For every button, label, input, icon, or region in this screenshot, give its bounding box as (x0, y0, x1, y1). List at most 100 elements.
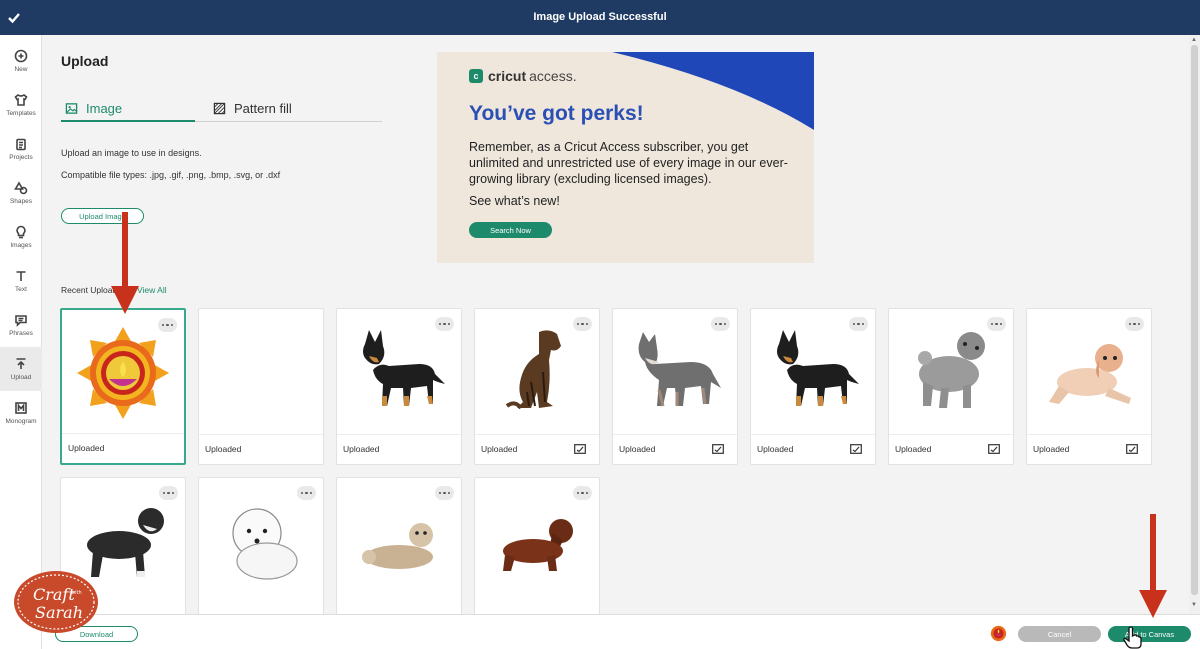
tab-image[interactable]: Image (65, 94, 122, 122)
upload-tile[interactable]: Uploaded (888, 308, 1014, 465)
upload-tile[interactable]: Uploaded (336, 308, 462, 465)
upload-tile[interactable] (198, 477, 324, 634)
sidebar-item-phrases[interactable]: Phrases (0, 303, 42, 347)
lightbulb-icon (16, 225, 26, 239)
sidebar-item-label: Monogram (5, 418, 37, 425)
more-options-button[interactable] (987, 317, 1006, 331)
shirt-icon (14, 94, 28, 106)
tab-image-label: Image (86, 100, 123, 116)
upload-description: Upload an image to use in designs. (61, 148, 202, 158)
tile-caption: Uploaded (205, 444, 242, 454)
sidebar-item-label: Phrases (9, 330, 33, 337)
tab-pattern-label: Pattern fill (234, 100, 292, 116)
tile-caption: Uploaded (1033, 444, 1070, 454)
scroll-down-icon[interactable]: ▼ (1191, 602, 1197, 608)
sidebar-item-label: Templates (6, 110, 36, 117)
upload-icon (16, 358, 26, 369)
top-bar: Image Upload Successful (0, 0, 1200, 35)
sidebar-item-upload[interactable]: Upload (0, 347, 42, 391)
tile-caption: Uploaded (68, 443, 105, 453)
hand-cursor-icon (1123, 626, 1142, 649)
tile-footer: Uploaded (751, 434, 875, 464)
more-options-button[interactable] (297, 486, 316, 500)
promo-title: You’ve got perks! (469, 102, 644, 125)
logo-brand-text: cricut (488, 68, 527, 84)
upload-tile[interactable]: Uploaded (750, 308, 876, 465)
more-options-button[interactable] (159, 486, 178, 500)
cricut-logo-icon: c (469, 69, 483, 83)
more-options-button[interactable] (1125, 317, 1144, 331)
upload-tile[interactable]: Uploaded (60, 308, 186, 465)
text-icon (16, 271, 26, 281)
sidebar-item-monogram[interactable]: Monogram (0, 391, 42, 435)
cut-status-icon (988, 444, 1000, 454)
upload-tile[interactable] (336, 477, 462, 634)
left-sidebar: New Templates Projects Shapes Images Tex… (0, 35, 42, 649)
more-options-button[interactable] (435, 486, 454, 500)
blank-image (199, 309, 323, 434)
more-options-button[interactable] (158, 318, 177, 332)
sidebar-item-label: Images (10, 242, 32, 249)
scrollbar-thumb[interactable] (1191, 45, 1198, 595)
cancel-button[interactable]: Cancel (1018, 626, 1101, 642)
more-options-button[interactable] (573, 486, 592, 500)
add-to-canvas-button[interactable]: Add to Canvas (1108, 626, 1191, 642)
upload-tile[interactable]: Uploaded (1026, 308, 1152, 465)
more-options-button[interactable] (849, 317, 868, 331)
pattern-icon (213, 102, 226, 114)
sidebar-item-templates[interactable]: Templates (0, 83, 42, 127)
sidebar-item-label: Text (15, 286, 27, 293)
vertical-scrollbar[interactable]: ▲ ▼ (1189, 35, 1200, 614)
tile-footer: Uploaded (1027, 434, 1151, 464)
image-icon (65, 102, 78, 114)
sidebar-item-label: Shapes (9, 198, 33, 205)
upload-tile[interactable]: Uploaded (612, 308, 738, 465)
upload-tile[interactable]: Uploaded (198, 308, 324, 465)
sidebar-item-new[interactable]: New (0, 39, 42, 83)
promo-cta-text: See what’s new! (469, 194, 560, 208)
tile-footer: Uploaded (475, 434, 599, 464)
plus-circle-icon (14, 49, 28, 63)
sidebar-item-text[interactable]: Text (0, 259, 42, 303)
monogram-icon (15, 402, 27, 414)
tile-footer: Uploaded (337, 434, 461, 464)
cut-status-icon (1126, 444, 1138, 454)
tile-caption: Uploaded (343, 444, 380, 454)
view-all-link[interactable]: View All (137, 285, 167, 295)
upload-tile[interactable] (474, 477, 600, 634)
more-options-button[interactable] (435, 317, 454, 331)
search-now-button[interactable]: Search Now (469, 222, 552, 238)
tile-caption: Uploaded (481, 444, 518, 454)
tab-active-indicator (61, 120, 195, 122)
sidebar-item-label: Projects (9, 154, 33, 161)
tile-caption: Uploaded (757, 444, 794, 454)
more-options-button[interactable] (711, 317, 730, 331)
file-types-note: Compatible file types: .jpg, .gif, .png,… (61, 170, 281, 180)
sidebar-item-images[interactable]: Images (0, 215, 42, 259)
promo-body: Remember, as a Cricut Access subscriber,… (469, 140, 788, 186)
scroll-up-icon[interactable]: ▲ (1191, 37, 1197, 43)
tile-footer: Uploaded (62, 433, 184, 463)
cut-status-icon (712, 444, 724, 454)
upload-title: Upload (61, 53, 109, 69)
tile-caption: Uploaded (895, 444, 932, 454)
logo-craft-text: Craft (33, 585, 75, 604)
sidebar-item-projects[interactable]: Projects (0, 127, 42, 171)
tile-footer: Uploaded (199, 434, 323, 464)
craft-with-sarah-logo: Craft with Sarah (13, 570, 99, 634)
sidebar-item-shapes[interactable]: Shapes (0, 171, 42, 215)
sidebar-item-label: New (14, 66, 28, 73)
tile-caption: Uploaded (619, 444, 656, 454)
tile-footer: Uploaded (889, 434, 1013, 464)
tile-footer: Uploaded (613, 434, 737, 464)
upload-tile[interactable]: Uploaded (474, 308, 600, 465)
sidebar-item-label: Upload (10, 374, 32, 381)
more-options-button[interactable] (573, 317, 592, 331)
cricut-access-promo: c cricut access. You’ve got perks! Remem… (437, 52, 814, 263)
cut-status-icon (574, 444, 586, 454)
logo-with-text: with (71, 590, 82, 596)
tab-pattern-fill[interactable]: Pattern fill (213, 94, 292, 122)
cricut-access-logo: c cricut access. (469, 68, 577, 84)
cut-status-icon (850, 444, 862, 454)
logo-access-text: access. (529, 68, 577, 84)
